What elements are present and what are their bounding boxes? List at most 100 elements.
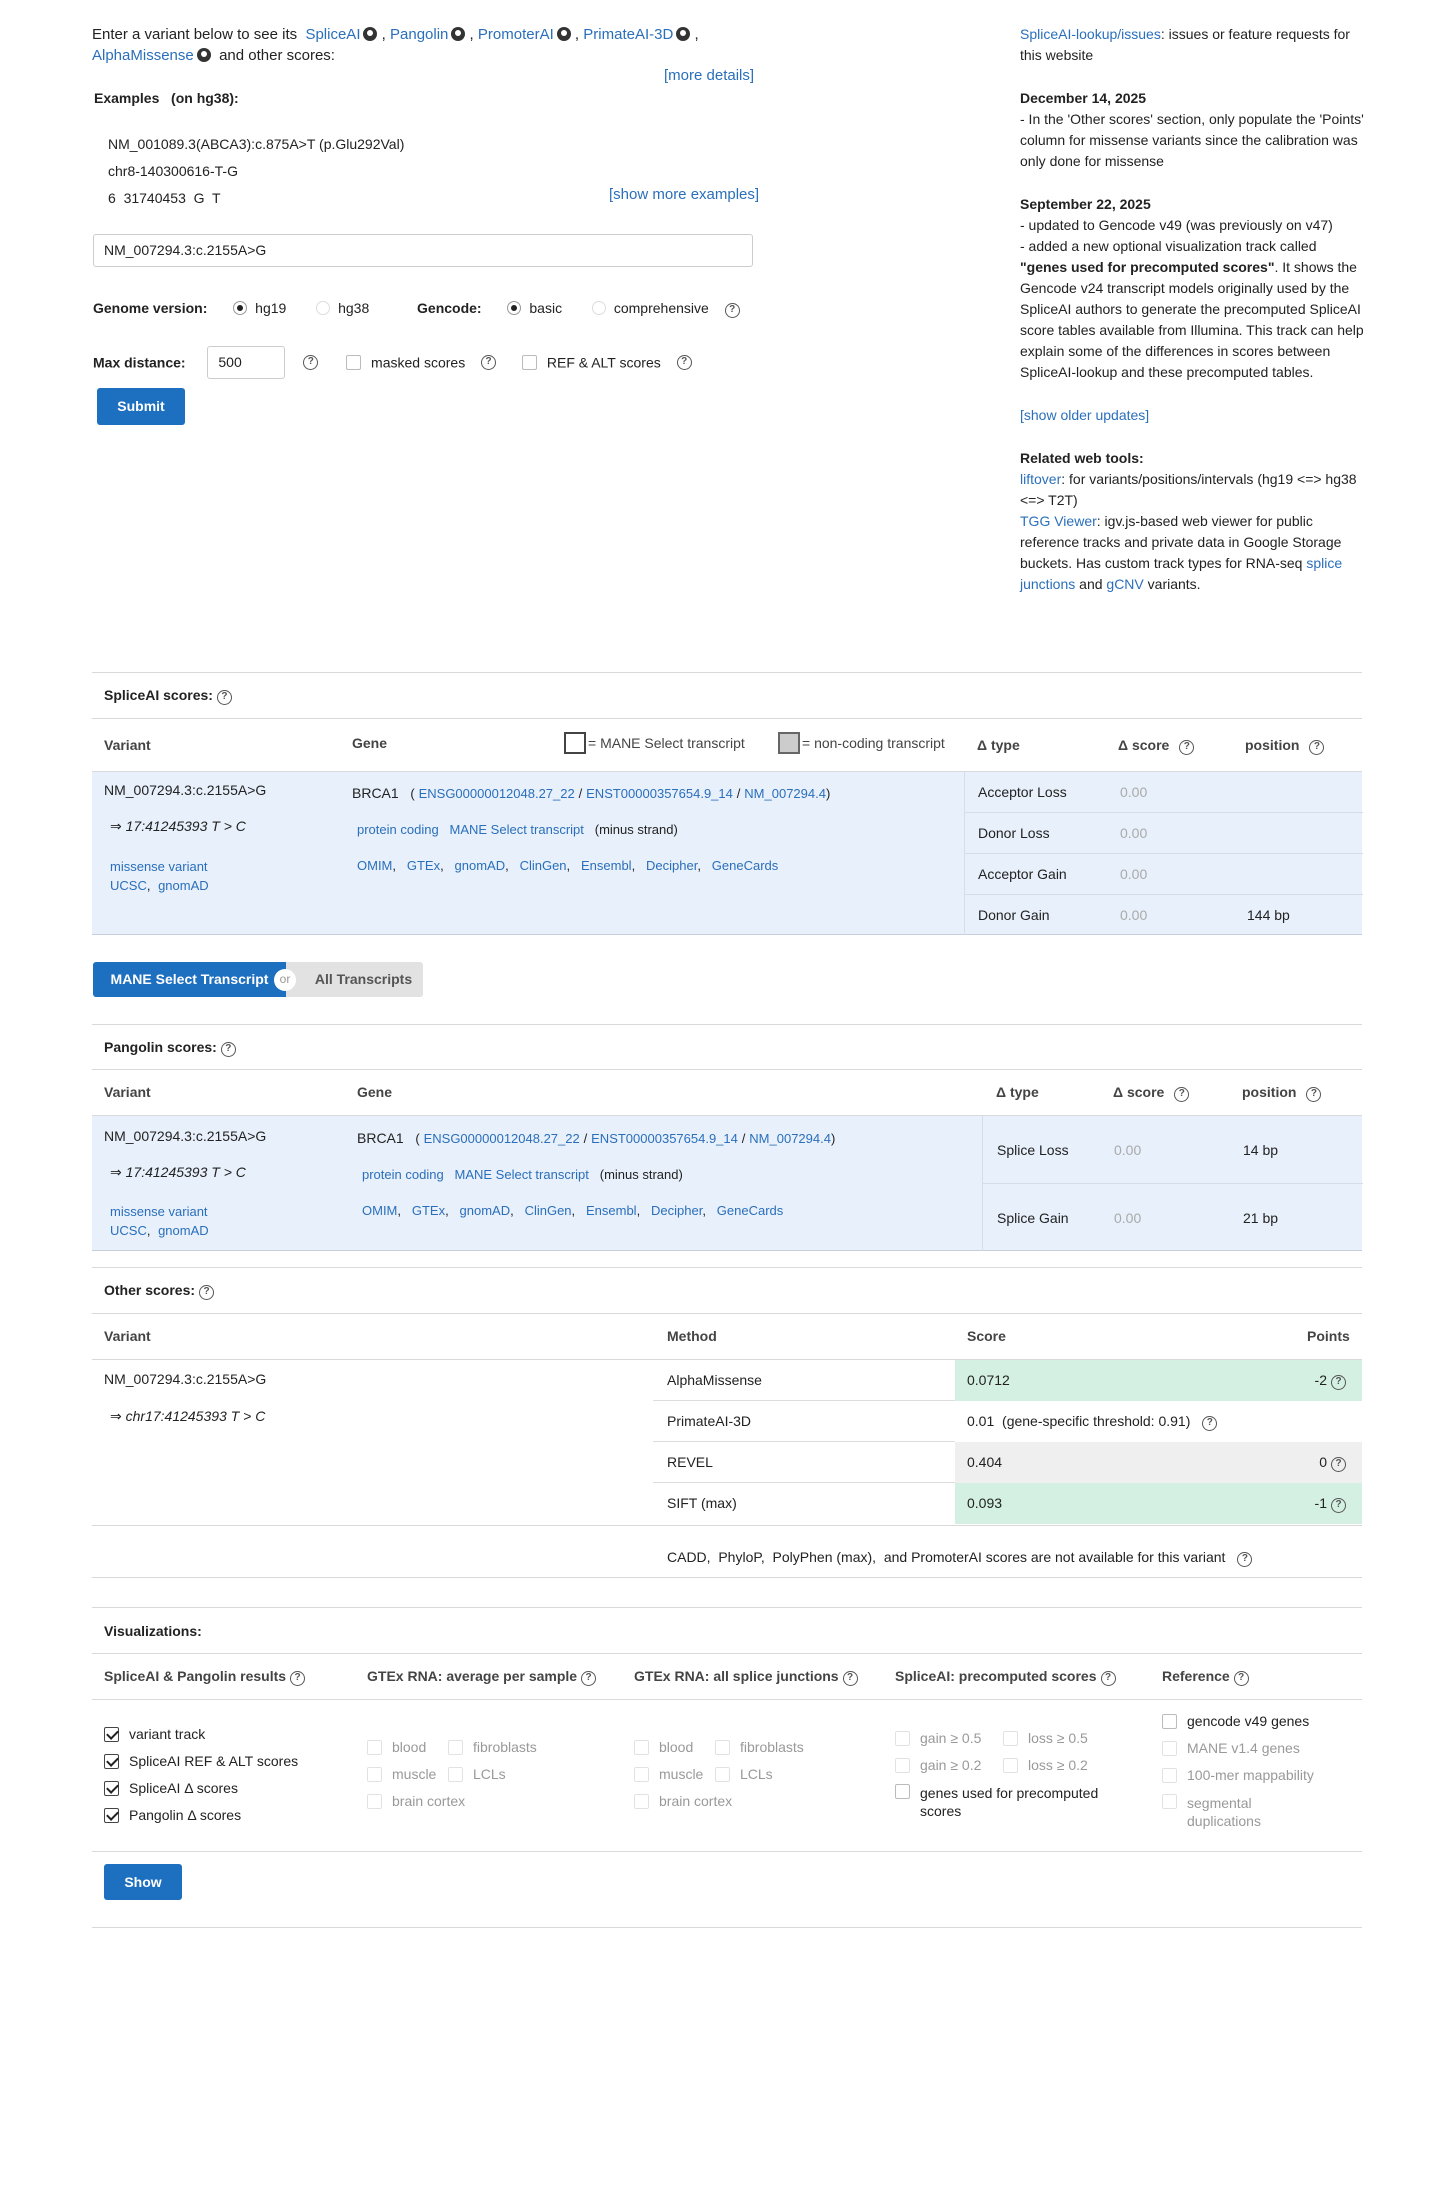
genecards-link[interactable]: GeneCards bbox=[712, 858, 778, 873]
ucsc-link[interactable]: UCSC bbox=[110, 1223, 147, 1238]
show-button[interactable]: Show bbox=[104, 1864, 182, 1900]
consequence-link[interactable]: missense variant bbox=[110, 859, 208, 874]
gain-05-checkbox[interactable] bbox=[895, 1731, 910, 1746]
refseq-link[interactable]: NM_007294.4 bbox=[744, 786, 826, 801]
issues-link[interactable]: SpliceAI-lookup/issues bbox=[1020, 26, 1161, 42]
help-icon[interactable]: ? bbox=[481, 355, 497, 370]
gnomad-link[interactable]: gnomAD bbox=[158, 1223, 209, 1238]
help-icon[interactable]: ? bbox=[581, 1671, 597, 1686]
gtex-link[interactable]: GTEx bbox=[412, 1203, 445, 1218]
spliceai-link[interactable]: SpliceAI bbox=[305, 26, 360, 43]
help-icon[interactable]: ? bbox=[1179, 740, 1195, 755]
more-details-link[interactable]: [more details] bbox=[664, 67, 754, 84]
fibroblasts-checkbox[interactable] bbox=[448, 1740, 463, 1755]
biotype-tag[interactable]: protein coding bbox=[357, 822, 439, 837]
lcls-checkbox[interactable] bbox=[448, 1767, 463, 1782]
loss-05-checkbox[interactable] bbox=[1003, 1731, 1018, 1746]
radio-comprehensive[interactable] bbox=[591, 301, 606, 315]
variant-search-input[interactable]: NM_007294.3:c.2155A>G bbox=[93, 234, 753, 267]
enst-link[interactable]: ENST00000357654.9_14 bbox=[591, 1131, 738, 1146]
genes-precomputed-checkbox[interactable] bbox=[895, 1784, 910, 1799]
mane-tag[interactable]: MANE Select transcript bbox=[450, 822, 584, 837]
gnomad-link[interactable]: gnomAD bbox=[158, 878, 209, 893]
help-icon[interactable]: ? bbox=[216, 690, 232, 705]
mappability-checkbox[interactable] bbox=[1162, 1768, 1177, 1783]
genecards-link[interactable]: GeneCards bbox=[717, 1203, 783, 1218]
segdup-checkbox[interactable] bbox=[1162, 1794, 1177, 1809]
clingen-link[interactable]: ClinGen bbox=[520, 858, 567, 873]
ensembl-link[interactable]: Ensembl bbox=[581, 858, 632, 873]
gain-02-checkbox[interactable] bbox=[895, 1758, 910, 1773]
gnomad-gene-link[interactable]: gnomAD bbox=[455, 858, 506, 873]
help-icon[interactable]: ? bbox=[1233, 1671, 1249, 1686]
decipher-link[interactable]: Decipher bbox=[646, 858, 697, 873]
help-icon[interactable]: ? bbox=[1237, 1552, 1253, 1567]
clingen-link[interactable]: ClinGen bbox=[525, 1203, 572, 1218]
fibroblasts-checkbox[interactable] bbox=[715, 1740, 730, 1755]
example-item[interactable]: chr8-140300616-T-G bbox=[108, 158, 404, 185]
ensembl-link[interactable]: Ensembl bbox=[586, 1203, 637, 1218]
github-icon[interactable] bbox=[676, 27, 691, 41]
enst-link[interactable]: ENST00000357654.9_14 bbox=[586, 786, 733, 801]
tgg-viewer-link[interactable]: TGG Viewer bbox=[1020, 513, 1097, 529]
ref-alt-scores-checkbox[interactable] bbox=[104, 1754, 119, 1769]
gnomad-gene-link[interactable]: gnomAD bbox=[460, 1203, 511, 1218]
help-icon[interactable]: ? bbox=[724, 303, 740, 318]
example-item[interactable]: 6 31740453 G T bbox=[108, 185, 404, 212]
ucsc-link[interactable]: UCSC bbox=[110, 878, 147, 893]
liftover-link[interactable]: liftover bbox=[1020, 471, 1061, 487]
alphamissense-link[interactable]: AlphaMissense bbox=[92, 47, 194, 64]
brain-cortex-checkbox[interactable] bbox=[367, 1794, 382, 1809]
muscle-checkbox[interactable] bbox=[634, 1767, 649, 1782]
help-icon[interactable]: ? bbox=[676, 355, 692, 370]
example-item[interactable]: NM_001089.3(ABCA3):c.875A>T (p.Glu292Val… bbox=[108, 131, 404, 158]
help-icon[interactable]: ? bbox=[303, 355, 319, 370]
submit-button[interactable]: Submit bbox=[97, 388, 185, 425]
blood-checkbox[interactable] bbox=[634, 1740, 649, 1755]
help-icon[interactable]: ? bbox=[1174, 1087, 1190, 1102]
blood-checkbox[interactable] bbox=[367, 1740, 382, 1755]
all-transcripts-button[interactable]: All Transcripts bbox=[286, 962, 423, 997]
help-icon[interactable]: ? bbox=[1331, 1375, 1346, 1390]
radio-basic[interactable] bbox=[507, 301, 522, 315]
primateai-link[interactable]: PrimateAI-3D bbox=[583, 26, 673, 43]
brain-cortex-checkbox[interactable] bbox=[634, 1794, 649, 1809]
ensg-link[interactable]: ENSG00000012048.27_22 bbox=[419, 786, 575, 801]
consequence-link[interactable]: missense variant bbox=[110, 1204, 208, 1219]
muscle-checkbox[interactable] bbox=[367, 1767, 382, 1782]
gcnv-link[interactable]: gCNV bbox=[1106, 576, 1143, 592]
refseq-link[interactable]: NM_007294.4 bbox=[749, 1131, 831, 1146]
show-more-examples-link[interactable]: [show more examples] bbox=[609, 186, 759, 203]
mane-tag[interactable]: MANE Select transcript bbox=[455, 1167, 589, 1182]
masked-scores-checkbox[interactable] bbox=[346, 355, 362, 370]
help-icon[interactable]: ? bbox=[199, 1285, 215, 1300]
radio-hg19[interactable] bbox=[233, 301, 248, 315]
loss-02-checkbox[interactable] bbox=[1003, 1758, 1018, 1773]
github-icon[interactable] bbox=[363, 27, 378, 41]
show-older-updates-link[interactable]: [show older updates] bbox=[1020, 407, 1149, 423]
pangolin-delta-checkbox[interactable] bbox=[104, 1808, 119, 1823]
spliceai-delta-checkbox[interactable] bbox=[104, 1781, 119, 1796]
promoterai-link[interactable]: PromoterAI bbox=[478, 26, 554, 43]
help-icon[interactable]: ? bbox=[220, 1042, 236, 1057]
mane-genes-checkbox[interactable] bbox=[1162, 1741, 1177, 1756]
help-icon[interactable]: ? bbox=[1331, 1498, 1346, 1513]
help-icon[interactable]: ? bbox=[1309, 740, 1325, 755]
help-icon[interactable]: ? bbox=[1100, 1671, 1116, 1686]
omim-link[interactable]: OMIM bbox=[362, 1203, 397, 1218]
ref-alt-checkbox[interactable] bbox=[521, 355, 537, 370]
radio-hg38[interactable] bbox=[316, 301, 331, 315]
variant-track-checkbox[interactable] bbox=[104, 1727, 119, 1742]
github-icon[interactable] bbox=[451, 27, 466, 41]
decipher-link[interactable]: Decipher bbox=[651, 1203, 702, 1218]
biotype-tag[interactable]: protein coding bbox=[362, 1167, 444, 1182]
gtex-link[interactable]: GTEx bbox=[407, 858, 440, 873]
github-icon[interactable] bbox=[556, 27, 571, 41]
mane-transcript-button[interactable]: MANE Select Transcript bbox=[93, 962, 286, 997]
help-icon[interactable]: ? bbox=[1202, 1416, 1218, 1431]
pangolin-link[interactable]: Pangolin bbox=[390, 26, 448, 43]
ensg-link[interactable]: ENSG00000012048.27_22 bbox=[424, 1131, 580, 1146]
omim-link[interactable]: OMIM bbox=[357, 858, 392, 873]
github-icon[interactable] bbox=[196, 48, 211, 62]
help-icon[interactable]: ? bbox=[1331, 1457, 1346, 1472]
